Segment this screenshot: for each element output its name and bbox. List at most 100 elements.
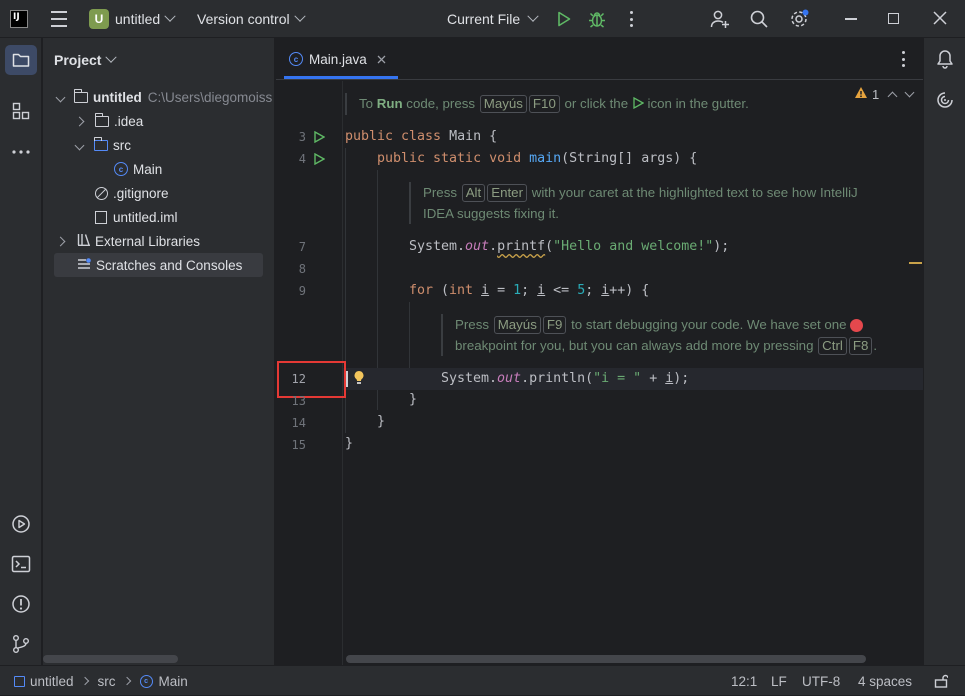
terminal-icon[interactable]: [11, 554, 31, 574]
code-token: );: [673, 371, 690, 386]
chevron-down-icon: [527, 10, 539, 22]
notifications-icon[interactable]: [935, 49, 955, 69]
chevron-right-icon: [74, 116, 85, 126]
project-panel-header[interactable]: Project: [54, 48, 118, 72]
code-token: i: [481, 283, 490, 298]
search-icon[interactable]: [749, 9, 769, 29]
code-token: ;: [521, 283, 538, 298]
tree-item-label: Main: [133, 161, 163, 177]
hint-text: breakpoint for you, but you can always a…: [455, 338, 818, 353]
hint-text: icon in the gutter.: [643, 96, 749, 111]
settings-icon[interactable]: [789, 9, 809, 29]
minimize-icon[interactable]: [845, 18, 857, 20]
tree-item-idea[interactable]: .idea: [74, 109, 143, 133]
line-number: 14: [291, 416, 306, 430]
previous-highlight-icon[interactable]: [887, 91, 898, 101]
code-token: (String[] args) {: [561, 151, 698, 166]
caret-position[interactable]: 12:1: [731, 666, 757, 696]
chevron-right-icon: [55, 236, 66, 246]
warning-icon: [854, 86, 868, 102]
breadcrumb-item[interactable]: src: [98, 674, 116, 689]
active-tab-indicator: [284, 76, 398, 79]
indent-setting[interactable]: 4 spaces: [858, 666, 912, 696]
structure-icon[interactable]: [11, 101, 31, 121]
line-separator[interactable]: LF: [771, 666, 787, 696]
more-tools-icon[interactable]: [11, 142, 31, 162]
vcs-widget[interactable]: Version control: [197, 0, 306, 38]
breadcrumb-item[interactable]: Main: [159, 674, 188, 689]
ai-assistant-icon[interactable]: [935, 90, 955, 110]
library-icon: [77, 233, 91, 249]
code-line-13[interactable]: }: [409, 389, 417, 411]
warning-stripe-marker[interactable]: [909, 262, 922, 264]
right-tool-strip: [923, 38, 965, 665]
hint-text: To: [359, 96, 377, 111]
tree-item-main[interactable]: c Main: [114, 157, 162, 181]
tree-item-scratches[interactable]: Scratches and Consoles: [77, 253, 242, 277]
hint-text: to start debugging your code. We have se…: [567, 317, 851, 332]
code-line-15[interactable]: }: [345, 433, 353, 455]
editor-horizontal-scrollbar[interactable]: [346, 655, 866, 663]
add-user-icon[interactable]: [710, 9, 730, 29]
hint-text: or click the: [560, 96, 632, 111]
chevron-down-icon: [293, 10, 306, 22]
code-line-4[interactable]: public static void main(String[] args) {: [377, 148, 697, 170]
logo-text: IJ: [13, 12, 20, 22]
project-name: untitled: [115, 11, 161, 27]
run-gutter-icon[interactable]: [313, 153, 325, 165]
code-token: +: [641, 371, 666, 386]
lightbulb-icon[interactable]: [352, 370, 366, 386]
tree-item-gitignore[interactable]: .gitignore: [95, 181, 169, 205]
warning-count: 1: [872, 86, 880, 102]
hamburger-menu-icon[interactable]: [50, 11, 68, 27]
code-line-14[interactable]: }: [377, 411, 385, 433]
tab-main-java[interactable]: c Main.java: [284, 38, 398, 80]
lock-icon[interactable]: [934, 666, 948, 696]
tab-label: Main.java: [309, 51, 367, 67]
tree-item-label: untitled: [93, 89, 142, 105]
tree-item-external-libraries[interactable]: External Libraries: [55, 229, 200, 253]
key-f8: F8: [848, 337, 873, 355]
java-class-icon: c: [289, 52, 303, 66]
source-folder-icon: [93, 136, 108, 151]
vcs-label: Version control: [197, 11, 290, 27]
close-icon[interactable]: [933, 11, 947, 25]
code-token: for: [409, 283, 442, 298]
git-icon[interactable]: [11, 634, 31, 654]
code-line-7[interactable]: System.out.printf("Hello and welcome!");: [409, 236, 729, 258]
hint-fix: Press Alt Enter with your caret at the hi…: [409, 182, 858, 224]
hint-text: Press: [455, 317, 493, 332]
java-class-icon: c: [114, 162, 128, 176]
more-vert-icon[interactable]: [625, 11, 637, 27]
breadcrumb-item[interactable]: untitled: [30, 674, 74, 689]
code-token: 1: [513, 283, 522, 298]
problems-icon[interactable]: [11, 594, 31, 614]
project-widget[interactable]: U untitled: [89, 0, 176, 38]
run-gutter-icon[interactable]: [313, 131, 325, 143]
debug-icon[interactable]: [588, 10, 606, 28]
tree-item-untitled[interactable]: untitled C:\Users\diegomoiss: [55, 85, 272, 109]
tree-item-iml[interactable]: untitled.iml: [95, 205, 178, 229]
key-alt: Alt: [461, 184, 486, 202]
key-f9: F9: [542, 316, 567, 334]
services-icon[interactable]: [11, 514, 31, 534]
maximize-icon[interactable]: [888, 13, 899, 24]
close-tab-icon[interactable]: [377, 52, 386, 67]
code-line-12[interactable]: System.out.println("i = " + i);: [441, 368, 689, 390]
code-token: i: [537, 283, 546, 298]
key-f10: F10: [528, 95, 560, 113]
code-line-9[interactable]: for (int i = 1; i <= 5; i++) {: [409, 280, 649, 302]
file-encoding[interactable]: UTF-8: [802, 666, 840, 696]
code-line-3[interactable]: public class Main {: [345, 126, 497, 148]
run-icon[interactable]: [556, 11, 572, 27]
tab-options-icon[interactable]: [898, 51, 908, 67]
run-config-selector[interactable]: Current File: [447, 0, 539, 38]
inspection-widget[interactable]: 1: [854, 86, 915, 102]
tree-item-label: Scratches and Consoles: [96, 257, 243, 273]
project-tool-button[interactable]: [5, 45, 37, 75]
horizontal-scrollbar[interactable]: [43, 655, 178, 663]
next-highlight-icon[interactable]: [904, 87, 915, 98]
tree-item-src[interactable]: src: [74, 133, 131, 157]
module-icon: [14, 675, 25, 687]
code-token: public static void: [377, 151, 530, 166]
